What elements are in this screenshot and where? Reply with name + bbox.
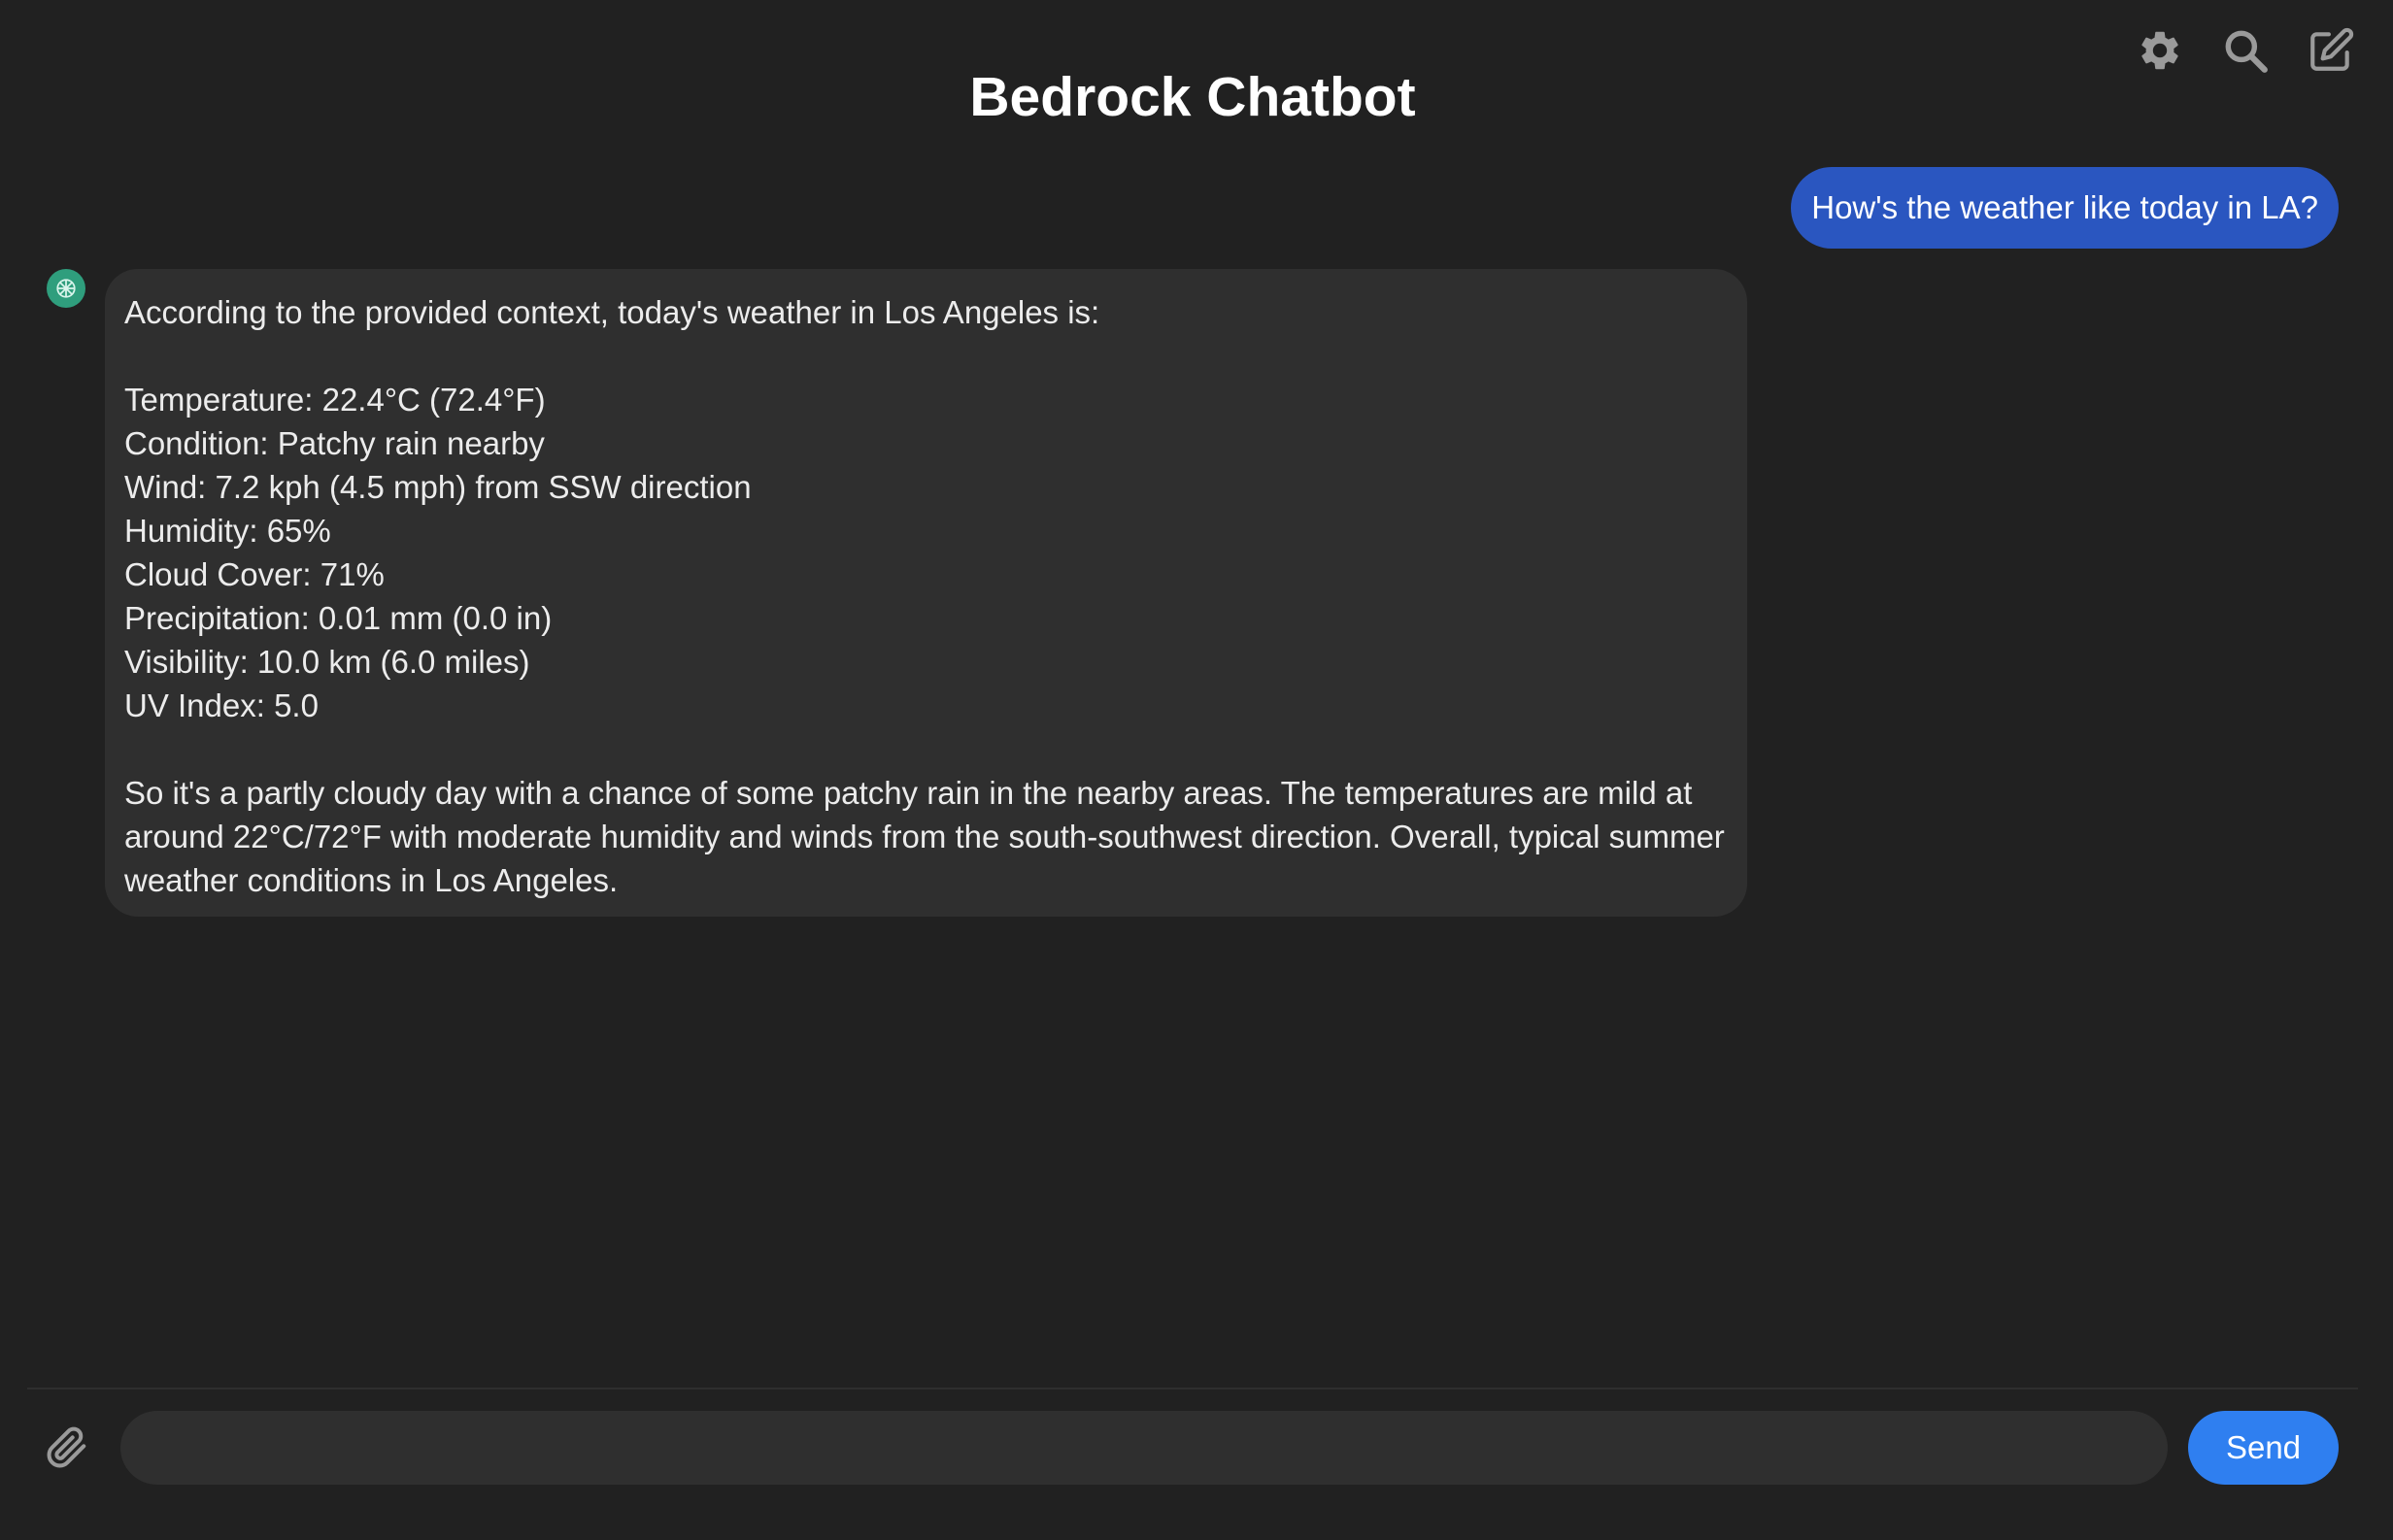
bot-logo-icon (56, 279, 76, 298)
weather-detail: Humidity: 65% (124, 513, 331, 549)
weather-detail: Temperature: 22.4°C (72.4°F) (124, 382, 546, 418)
avatar (47, 269, 85, 308)
message-input[interactable] (120, 1411, 2168, 1485)
attach-button[interactable] (43, 1423, 91, 1472)
search-icon (2225, 30, 2268, 73)
paperclip-icon (47, 1426, 86, 1468)
bot-message-intro: According to the provided context, today… (124, 294, 1100, 330)
settings-button[interactable] (2131, 21, 2189, 80)
gear-icon (2141, 31, 2178, 70)
page-title: Bedrock Chatbot (969, 66, 1416, 128)
new-chat-button[interactable] (2302, 21, 2360, 80)
bot-message: According to the provided context, today… (105, 269, 1747, 917)
weather-detail: Visibility: 10.0 km (6.0 miles) (124, 644, 530, 680)
weather-detail: Cloud Cover: 71% (124, 556, 385, 592)
edit-icon (2310, 27, 2354, 71)
composer-divider (27, 1388, 2358, 1389)
user-message: How's the weather like today in LA? (1791, 167, 2339, 249)
weather-detail: UV Index: 5.0 (124, 687, 319, 723)
weather-detail: Condition: Patchy rain nearby (124, 425, 545, 461)
weather-detail: Wind: 7.2 kph (4.5 mph) from SSW directi… (124, 469, 752, 505)
weather-detail: Precipitation: 0.01 mm (0.0 in) (124, 600, 553, 636)
search-button[interactable] (2216, 21, 2275, 80)
bot-message-summary: So it's a partly cloudy day with a chanc… (124, 775, 1725, 898)
send-button[interactable]: Send (2188, 1411, 2339, 1485)
chat-page: Bedrock Chatbot How's the weather like t… (0, 0, 2393, 1540)
